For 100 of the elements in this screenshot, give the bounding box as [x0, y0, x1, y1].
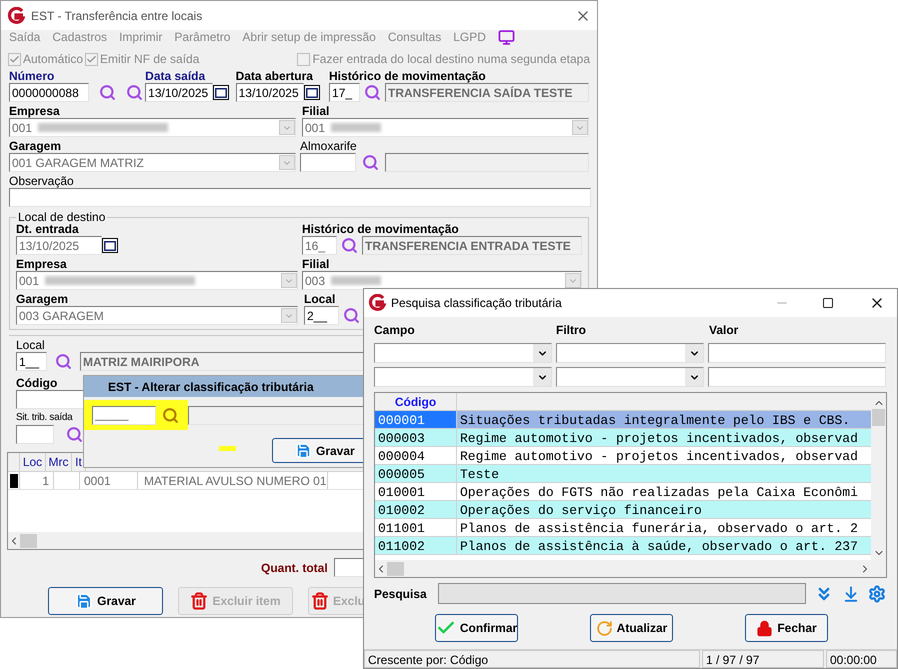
table-cell-text: Situações tributadas integralmente pelo IBS e CBS. — [459, 412, 850, 428]
column-header[interactable]: Código — [375, 393, 457, 410]
text-area[interactable] — [9, 188, 591, 207]
result-row[interactable]: 000004 Regime automotivo - projetos incentivados, observad — [375, 447, 871, 465]
dropdown[interactable]: 003 — [302, 271, 582, 290]
text-field[interactable] — [16, 425, 54, 444]
checkbox-label: Emitir NF de saída — [100, 51, 200, 68]
text-field[interactable]: 13/10/2025 — [145, 83, 214, 102]
save-icon — [295, 442, 312, 459]
search-icon[interactable] — [341, 237, 358, 254]
search-icon[interactable] — [99, 84, 116, 101]
text-field[interactable] — [188, 406, 364, 424]
result-row[interactable]: 000003 Regime automotivo - projetos incentivados, observad — [375, 429, 871, 447]
filter-label: Valor — [709, 322, 740, 339]
arrow-down-to-line-icon[interactable] — [842, 584, 860, 602]
monitor-icon[interactable] — [498, 28, 515, 46]
text-field[interactable] — [385, 153, 589, 172]
dropdown[interactable]: 001 — [9, 118, 296, 137]
field-label: Histórico de movimentação — [302, 222, 459, 236]
column-header[interactable]: Mrc — [46, 453, 72, 471]
table-cell: 010001 — [375, 483, 457, 500]
field-label: Histórico de movimentação — [329, 69, 486, 83]
dropdown[interactable]: 001 GARAGEM MATRIZ — [9, 153, 296, 172]
field-label: Garagem — [9, 139, 62, 153]
dropdown[interactable]: 001 — [16, 271, 298, 290]
text-field[interactable]: 1__ — [16, 352, 47, 371]
table-cell-text: Planos de assistência à saúde, observado o art. 237 — [459, 538, 858, 554]
trash-icon — [310, 592, 329, 610]
text-field[interactable]: TRANSFERENCIA ENTRADA TESTE — [362, 236, 582, 255]
text-field[interactable]: 17_ — [329, 83, 360, 102]
search-icon[interactable] — [364, 84, 382, 101]
calendar-icon[interactable] — [102, 238, 118, 253]
search-icon[interactable] — [343, 307, 360, 324]
checkbox[interactable] — [297, 52, 310, 66]
search-icon[interactable] — [162, 406, 179, 424]
result-row[interactable]: 000001 Situações tributadas integralmente pelo IBS e CBS. — [375, 411, 871, 429]
dropdown[interactable]: 003 GARAGEM — [16, 306, 298, 325]
text-field[interactable]: 13/10/2025 — [236, 83, 304, 102]
result-row[interactable]: 011002 Planos de assistência à saúde, observado o art. 237 — [375, 537, 871, 555]
logo-icon — [368, 294, 386, 312]
checkbox[interactable] — [85, 52, 98, 66]
status-count: 1 / 97 / 97 — [702, 650, 824, 668]
scrollbar-thumb[interactable] — [872, 409, 885, 426]
code-field[interactable]: _____ — [92, 406, 156, 424]
field-label: Sit. trib. saída — [16, 411, 72, 425]
logo-icon — [7, 6, 25, 24]
status-time: 00:00:00 — [826, 650, 897, 668]
highlight-mark — [219, 446, 236, 451]
action-button[interactable]: Fechar — [745, 614, 828, 642]
field-label: Garagem — [16, 292, 68, 306]
table-cell: 011001 — [375, 519, 457, 536]
action-button[interactable]: Confirmar — [435, 614, 518, 642]
action-button[interactable]: Gravar — [48, 587, 163, 615]
settings-icon[interactable] — [868, 584, 886, 602]
text-field[interactable] — [300, 153, 356, 172]
search-icon[interactable] — [126, 84, 143, 101]
text-field[interactable] — [16, 390, 86, 409]
column-header[interactable]: Loc — [20, 453, 46, 471]
search-label: Pesquisa — [374, 586, 428, 602]
text-field[interactable]: 2__ — [304, 306, 339, 325]
field-label: Data saída — [145, 69, 206, 83]
trash-icon — [190, 592, 208, 610]
text-field[interactable]: 16_ — [302, 236, 337, 255]
table-cell-text: Operações do FGTS não realizadas pela Caixa Econômi — [459, 484, 858, 500]
text-field[interactable]: 13/10/2025 — [16, 236, 102, 255]
maximize-icon[interactable] — [822, 297, 834, 309]
table-cell: 000004 — [375, 447, 457, 464]
search-field[interactable] — [438, 583, 806, 604]
save-icon — [75, 592, 94, 610]
field-label: Local — [16, 338, 45, 352]
window-title: EST - Transferência entre locais — [31, 8, 202, 24]
result-row[interactable]: 011001 Planos de assistência funerária, observado o art. 2 — [375, 519, 871, 537]
field-label: Dt. entrada — [16, 222, 79, 236]
field-label: Data abertura — [236, 69, 313, 83]
dropdown[interactable] — [556, 343, 704, 363]
search-icon[interactable] — [362, 154, 379, 171]
table-cell: 000005 — [375, 465, 457, 482]
dropdown[interactable] — [556, 367, 704, 387]
text-field[interactable]: 0000000088 — [9, 83, 89, 102]
dropdown[interactable] — [374, 367, 552, 387]
text-field[interactable]: TRANSFERENCIA SAÍDA TESTE — [385, 83, 590, 102]
calendar-icon[interactable] — [213, 85, 230, 100]
action-button[interactable]: Atualizar — [590, 614, 673, 642]
scrollbar-thumb[interactable] — [387, 562, 404, 576]
calendar-icon[interactable] — [304, 85, 320, 100]
dropdown[interactable] — [374, 343, 552, 363]
result-row[interactable]: 000005 Teste — [375, 465, 871, 483]
search-icon[interactable] — [66, 426, 83, 443]
result-row[interactable]: 010002 Operações do serviço financeiro — [375, 501, 871, 519]
scrollbar-thumb[interactable] — [20, 534, 37, 548]
search-icon[interactable] — [55, 353, 72, 370]
value-field[interactable] — [708, 367, 886, 387]
dropdown[interactable]: 001 — [302, 118, 589, 137]
window-title: Pesquisa classificação tributária — [391, 295, 562, 312]
redacted-text — [331, 276, 382, 285]
field-label: Filial — [302, 257, 330, 271]
result-row[interactable]: 010001 Operações do FGTS não realizadas pela Caixa Econômi — [375, 483, 871, 501]
checkbox[interactable] — [8, 52, 21, 66]
value-field[interactable] — [708, 343, 886, 363]
table-cell-text: Regime automotivo - projetos incentivados, observad — [459, 430, 858, 446]
